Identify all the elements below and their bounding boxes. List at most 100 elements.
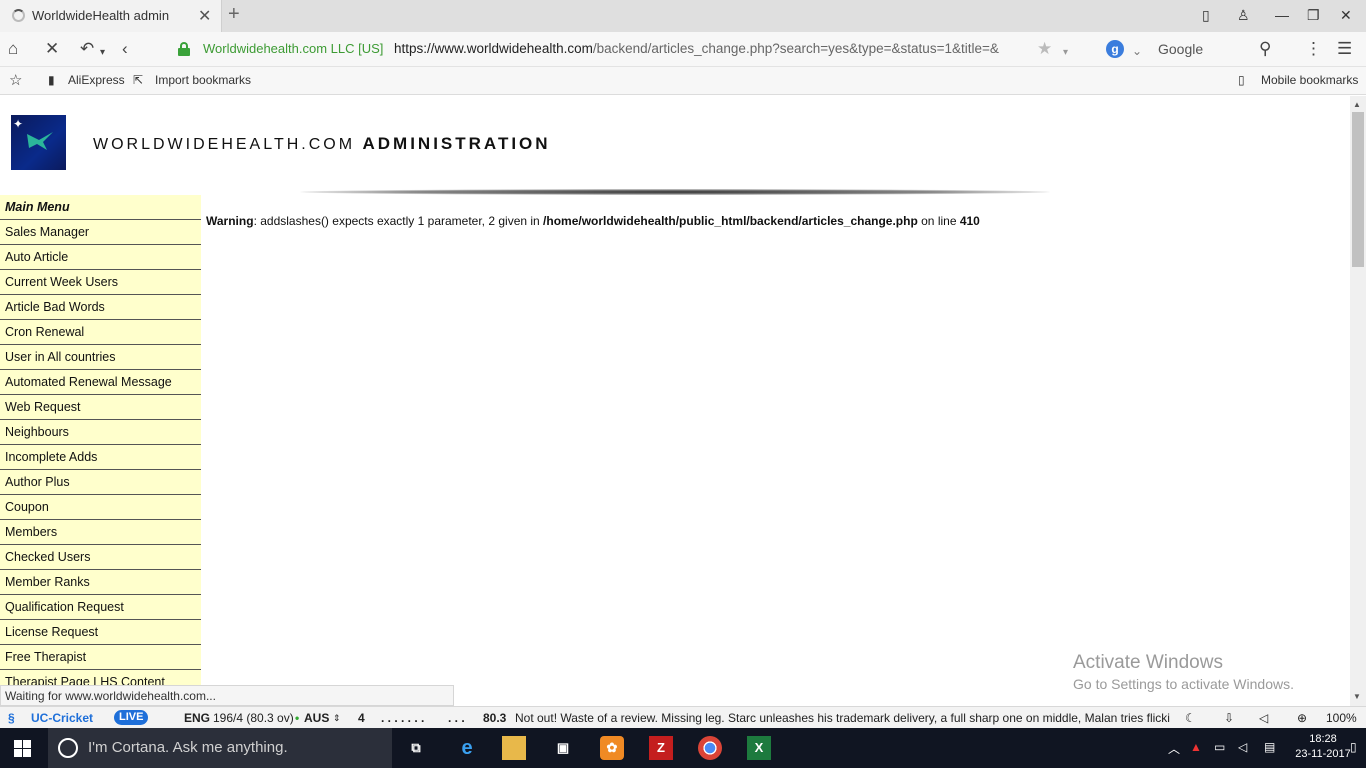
ticker-brand[interactable]: UC-Cricket (31, 711, 93, 725)
main-menu: Main Menu Sales Manager Auto Article Cur… (0, 195, 201, 695)
download-icon[interactable]: ⇩ (1224, 711, 1234, 725)
url-dropdown-icon[interactable]: ▾ (1063, 44, 1068, 62)
chevron-down-icon[interactable]: ▾ (100, 44, 105, 62)
back-icon[interactable]: ‹ (122, 40, 128, 58)
menu-item-qualification-request[interactable]: Qualification Request (0, 595, 201, 620)
google-icon[interactable]: g (1106, 40, 1124, 58)
vertical-scrollbar[interactable]: ▲ ▼ (1350, 96, 1366, 706)
menu-item-free-therapist[interactable]: Free Therapist (0, 645, 201, 670)
menu-item-current-week-users[interactable]: Current Week Users (0, 270, 201, 295)
menu-item-license-request[interactable]: License Request (0, 620, 201, 645)
bookmark-aliexpress[interactable]: AliExpress (68, 73, 125, 87)
search-icon[interactable]: ⚲ (1259, 40, 1271, 58)
star-icon[interactable]: ★ (1037, 40, 1052, 58)
menu-item-cron-renewal[interactable]: Cron Renewal (0, 320, 201, 345)
undo-icon[interactable]: ↶ (80, 40, 94, 58)
night-mode-icon[interactable]: ☾ (1185, 711, 1196, 725)
bookmark-star-icon[interactable]: ☆ (9, 71, 22, 89)
windows-start-icon[interactable] (14, 740, 31, 757)
more-icon[interactable]: ⋮ (1305, 40, 1322, 58)
tab-active[interactable]: WorldwideHealth admin ✕ (0, 0, 222, 32)
scrollbar-thumb[interactable] (1352, 112, 1364, 267)
menu-item-member-ranks[interactable]: Member Ranks (0, 570, 201, 595)
menu-item-checked-users[interactable]: Checked Users (0, 545, 201, 570)
clock-date: 23-11-2017 (1295, 748, 1351, 760)
search-input[interactable]: Google (1158, 41, 1203, 57)
notification-icon[interactable]: ▯ (1350, 740, 1357, 754)
title-light: WORLDWIDEHEALTH.COM (93, 136, 363, 153)
url-field[interactable]: https://www.worldwidehealth.com/backend/… (394, 41, 1028, 56)
folder-icon: ▮ (48, 73, 55, 87)
live-badge[interactable]: LIVE (114, 710, 149, 725)
cortana-placeholder: I'm Cortana. Ask me anything. (88, 739, 288, 756)
edge-icon[interactable]: e (455, 736, 479, 760)
zoom-level[interactable]: 100% (1326, 711, 1357, 725)
task-view-icon[interactable]: ⧉ (404, 736, 428, 760)
menu-item-user-in-all-countries[interactable]: User in All countries (0, 345, 201, 370)
bookmarks-bar: ☆ ▮ AliExpress ⇱ Import bookmarks ▯ Mobi… (0, 67, 1366, 95)
network-icon[interactable]: ▭ (1214, 740, 1225, 754)
php-warning: Warning: addslashes() expects exactly 1 … (206, 214, 980, 228)
warning-message: : addslashes() expects exactly 1 paramet… (253, 214, 544, 228)
page-title: WORLDWIDEHEALTH.COM ADMINISTRATION (93, 134, 551, 154)
filezilla-icon[interactable]: Z (649, 736, 673, 760)
menu-item-web-request[interactable]: Web Request (0, 395, 201, 420)
activate-windows-subtitle: Go to Settings to activate Windows. (1073, 676, 1294, 692)
tab-close-icon[interactable]: ✕ (198, 6, 211, 26)
search-engine-chevron-icon[interactable]: ⌄ (1132, 42, 1142, 60)
antivirus-icon[interactable]: ▲ (1190, 740, 1202, 754)
address-bar-row: ⌂ ✕ ↶ ▾ ‹ Worldwidehealth.com LLC [US] h… (0, 32, 1366, 67)
clock-time: 18:28 (1309, 733, 1337, 745)
url-path: /backend/articles_change.php?search=yes&… (592, 41, 999, 56)
scroll-up-icon[interactable]: ▲ (1353, 100, 1361, 109)
skin-icon[interactable]: ♙ (1237, 7, 1250, 24)
loading-spinner-icon (12, 9, 25, 22)
uc-logo-icon: § (8, 711, 15, 725)
sparkle-icon: ✦ (13, 117, 24, 131)
menu-item-author-plus[interactable]: Author Plus (0, 470, 201, 495)
minimize-icon[interactable]: — (1275, 7, 1289, 23)
menu-item-members[interactable]: Members (0, 520, 201, 545)
import-icon: ⇱ (133, 73, 144, 87)
menu-item-incomplete-adds[interactable]: Incomplete Adds (0, 445, 201, 470)
url-host: https://www.worldwidehealth.com (394, 41, 593, 56)
menu-heading: Main Menu (0, 195, 201, 220)
uc-browser-icon[interactable]: ✿ (600, 736, 624, 760)
scroll-down-icon[interactable]: ▼ (1353, 692, 1361, 701)
bookmark-import[interactable]: Import bookmarks (155, 73, 251, 87)
warning-line: 410 (959, 214, 980, 228)
menu-item-article-bad-words[interactable]: Article Bad Words (0, 295, 201, 320)
cortana-search[interactable]: I'm Cortana. Ask me anything. (48, 728, 392, 768)
warning-label: Warning (206, 214, 254, 228)
header-divider (300, 189, 1050, 195)
maximize-icon[interactable]: ❐ (1307, 7, 1320, 24)
mobile-bookmarks[interactable]: Mobile bookmarks (1261, 73, 1358, 87)
volume-icon[interactable]: ◁ (1259, 711, 1268, 725)
menu-item-automated-renewal-message[interactable]: Automated Renewal Message (0, 370, 201, 395)
ticker-news[interactable]: Not out! Waste of a review. Missing leg.… (515, 711, 1170, 725)
store-icon[interactable]: ▣ (551, 736, 575, 760)
menu-item-auto-article[interactable]: Auto Article (0, 245, 201, 270)
chrome-icon[interactable] (698, 736, 722, 760)
zoom-icon[interactable]: ⊕ (1297, 711, 1307, 725)
home-icon[interactable]: ⌂ (8, 40, 18, 58)
system-clock[interactable]: 18:28 23-11-2017 (1293, 732, 1353, 762)
stop-icon[interactable]: ✕ (45, 40, 59, 58)
certificate-org[interactable]: Worldwidehealth.com LLC [US] (203, 41, 383, 56)
tray-chevron-icon[interactable]: ︿ (1168, 740, 1180, 757)
speaker-icon[interactable]: ◁ (1238, 740, 1247, 754)
menu-item-coupon[interactable]: Coupon (0, 495, 201, 520)
menu-item-neighbours[interactable]: Neighbours (0, 420, 201, 445)
title-bold: ADMINISTRATION (362, 134, 551, 153)
cortana-icon (58, 738, 78, 758)
reading-mode-icon[interactable]: ▯ (1202, 7, 1210, 24)
menu-item-sales-manager[interactable]: Sales Manager (0, 220, 201, 245)
excel-icon[interactable]: X (747, 736, 771, 760)
window-close-icon[interactable]: ✕ (1340, 7, 1352, 24)
warning-path: /home/worldwidehealth/public_html/backen… (543, 214, 918, 228)
ime-icon[interactable]: ▤ (1264, 740, 1275, 754)
new-tab-icon[interactable]: + (228, 3, 240, 26)
site-logo[interactable]: ✦ (11, 115, 66, 170)
file-explorer-icon[interactable] (502, 736, 526, 760)
menu-icon[interactable]: ☰ (1337, 40, 1352, 58)
